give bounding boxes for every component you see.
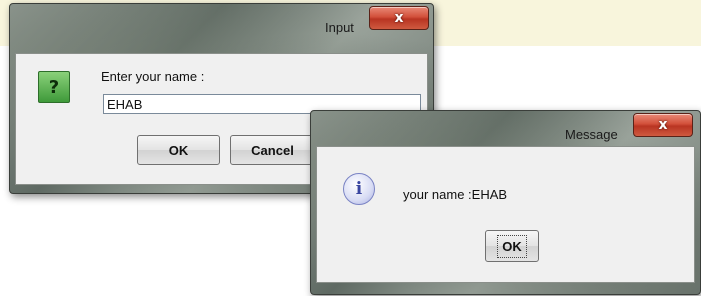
message-dialog-content: i your name :EHAB OK: [316, 146, 695, 283]
input-dialog-close-button[interactable]: x: [369, 6, 429, 30]
cancel-button[interactable]: Cancel: [230, 135, 315, 165]
ok-button[interactable]: OK: [137, 135, 220, 165]
message-dialog-close-button[interactable]: x: [633, 113, 693, 137]
message-ok-button[interactable]: OK: [485, 230, 539, 262]
close-icon: x: [394, 10, 404, 26]
message-dialog-title: Message: [565, 127, 618, 142]
info-icon: i: [343, 173, 375, 205]
input-dialog-title: Input: [325, 20, 354, 35]
input-dialog-title-bar[interactable]: Input x: [10, 4, 433, 48]
close-icon: x: [658, 117, 668, 133]
message-dialog: Message x i your name :EHAB OK: [310, 110, 701, 295]
message-text: your name :EHAB: [403, 187, 508, 202]
name-prompt-label: Enter your name :: [101, 69, 205, 84]
question-icon: ?: [38, 71, 70, 103]
